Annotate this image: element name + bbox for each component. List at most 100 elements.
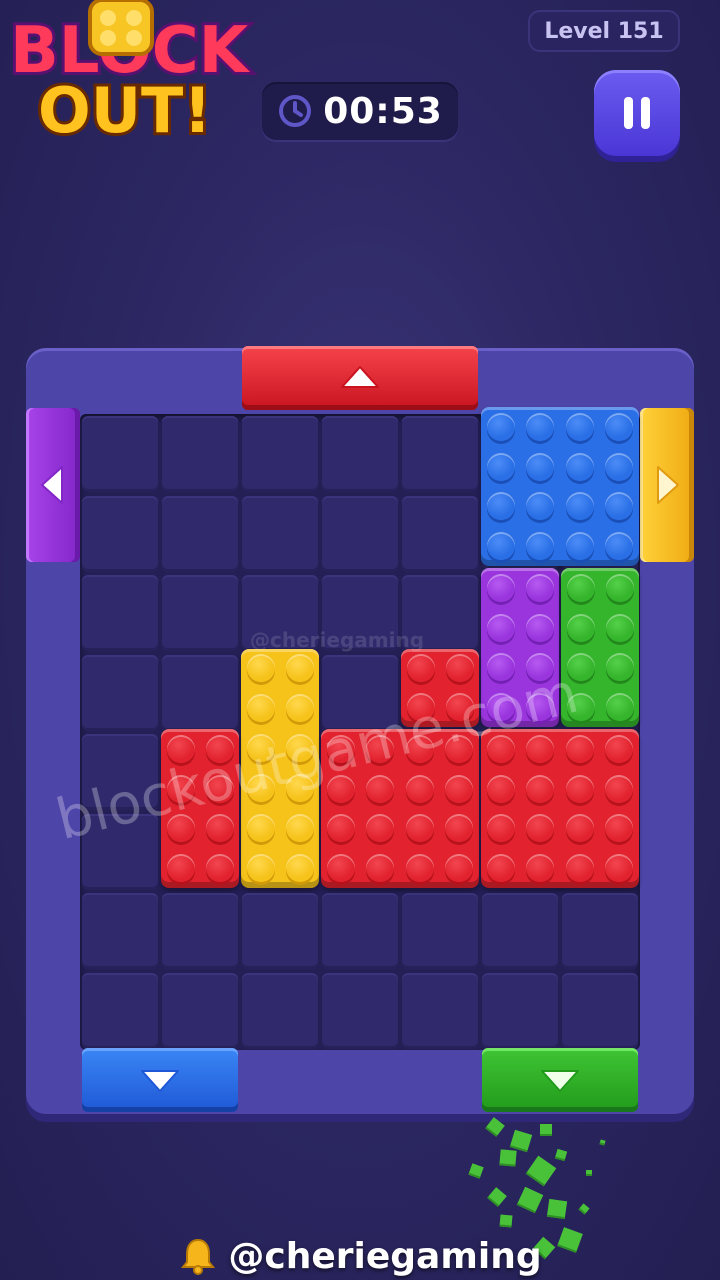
- block-stud: [486, 774, 515, 803]
- bell-icon: [181, 1238, 216, 1275]
- debris-particle: [585, 1169, 593, 1177]
- arrow-down-icon: [141, 1070, 179, 1092]
- block-stud: [205, 814, 234, 843]
- block-stud: [285, 694, 314, 723]
- grid-cell: [162, 495, 238, 572]
- block-stud: [445, 654, 474, 683]
- grid-cell: [482, 972, 558, 1049]
- pause-icon: [624, 97, 650, 129]
- gate-bottom-blue[interactable]: [82, 1048, 238, 1112]
- block-out-logo: BLOCK OUT!: [7, 0, 254, 150]
- block-stud: [525, 613, 554, 642]
- grid-cell: [242, 416, 318, 492]
- block-stud: [605, 734, 634, 763]
- block-stud: [285, 814, 314, 843]
- block-stud: [526, 734, 555, 763]
- block-stud: [605, 492, 634, 521]
- block-stud: [486, 573, 515, 602]
- grid-cell: [242, 972, 318, 1049]
- grid-cell: [82, 893, 158, 969]
- grid-cell: [402, 893, 478, 969]
- grid-cell: [322, 416, 398, 492]
- block-stud: [326, 854, 355, 883]
- block-stud: [486, 814, 515, 843]
- block-stud: [486, 492, 515, 521]
- block-stud: [565, 774, 594, 803]
- block-stud: [526, 774, 555, 803]
- level-indicator: Level 151: [528, 10, 680, 52]
- block-stud: [565, 492, 594, 521]
- block-stud: [405, 814, 434, 843]
- block-stud: [605, 854, 634, 883]
- arrow-down-icon: [541, 1070, 579, 1092]
- debris-particle: [499, 1149, 517, 1167]
- block-stud: [366, 814, 395, 843]
- block-stud: [605, 774, 634, 803]
- gate-left-purple[interactable]: [26, 408, 80, 562]
- clock-icon: [279, 95, 312, 127]
- block-blue[interactable]: [481, 407, 639, 566]
- pause-button[interactable]: [594, 70, 680, 156]
- block-stud: [605, 653, 634, 682]
- gate-right-yellow[interactable]: [640, 408, 694, 562]
- logo-text-out: OUT!: [38, 74, 212, 147]
- block-stud: [326, 814, 355, 843]
- debris-particle: [554, 1148, 568, 1162]
- grid-cell: [162, 972, 238, 1049]
- grid-cell: [562, 972, 638, 1049]
- block-stud: [605, 573, 634, 602]
- block-stud: [246, 694, 275, 723]
- block-stud: [565, 412, 594, 441]
- gate-bottom-green[interactable]: [482, 1048, 638, 1112]
- block-stud: [605, 693, 634, 722]
- debris-particle: [516, 1186, 544, 1214]
- grid-cell: [402, 972, 478, 1049]
- grid-cell: [402, 495, 478, 572]
- timer-value: 00:53: [323, 90, 443, 132]
- block-stud: [166, 854, 195, 883]
- block-stud: [526, 854, 555, 883]
- footer-credit: @cheriegaming: [0, 1232, 720, 1280]
- grid-cell: [402, 416, 478, 492]
- block-stud: [526, 412, 555, 441]
- grid-cell: [482, 893, 558, 969]
- grid-cell: [322, 893, 398, 969]
- block-stud: [246, 814, 275, 843]
- arrow-up-icon: [341, 366, 379, 388]
- block-stud: [445, 774, 474, 803]
- debris-particle: [509, 1129, 533, 1153]
- grid-cell: [322, 495, 398, 572]
- grid-cell: [82, 654, 158, 731]
- gate-top-red[interactable]: [242, 346, 478, 410]
- debris-particle: [525, 1155, 557, 1187]
- grid-cell: [322, 972, 398, 1049]
- block-stud: [526, 532, 555, 561]
- block-stud: [605, 613, 634, 642]
- block-red-right[interactable]: [481, 729, 639, 888]
- block-stud: [366, 854, 395, 883]
- grid-cell: [242, 495, 318, 572]
- block-stud: [566, 613, 595, 642]
- block-stud: [285, 654, 314, 683]
- block-stud: [565, 532, 594, 561]
- debris-particle: [540, 1124, 552, 1136]
- level-label: Level 151: [544, 18, 664, 44]
- grid-cell: [162, 654, 238, 731]
- arrow-right-icon: [657, 466, 679, 504]
- block-stud: [406, 654, 435, 683]
- timer: 00:53: [262, 82, 458, 140]
- block-stud: [605, 814, 634, 843]
- block-stud: [445, 854, 474, 883]
- block-stud: [486, 532, 515, 561]
- block-stud: [366, 774, 395, 803]
- block-stud: [205, 854, 234, 883]
- block-stud: [486, 412, 515, 441]
- grid-cell: [562, 893, 638, 969]
- block-stud: [605, 412, 634, 441]
- block-stud: [486, 452, 515, 481]
- block-stud: [246, 654, 275, 683]
- block-stud: [565, 452, 594, 481]
- grid-cell: [162, 575, 238, 651]
- block-stud: [246, 854, 275, 883]
- block-stud: [405, 774, 434, 803]
